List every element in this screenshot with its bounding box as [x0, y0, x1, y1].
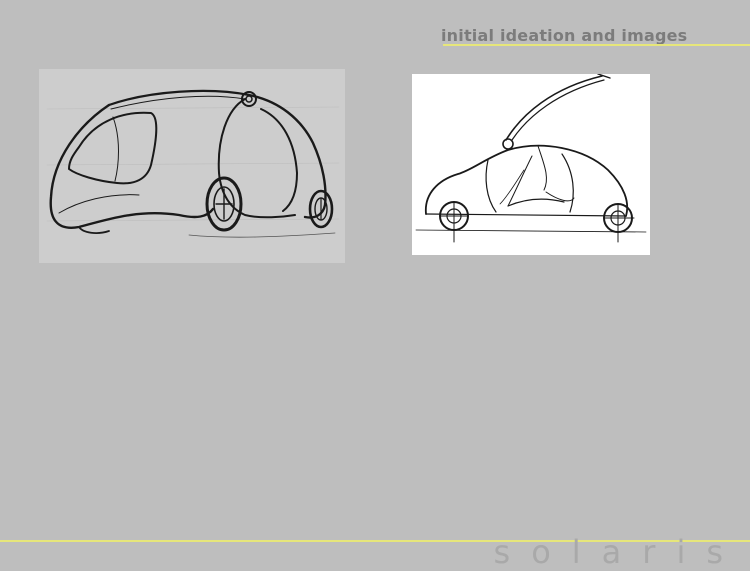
slide: initial ideation and images solaris	[0, 0, 750, 571]
footer-logo: solaris	[493, 533, 744, 571]
car-sketch-three-quarter-view	[39, 69, 345, 263]
slide-title: initial ideation and images	[441, 26, 688, 45]
title-underline	[443, 44, 750, 46]
car-sketch-side-view-open-canopy	[412, 74, 650, 255]
